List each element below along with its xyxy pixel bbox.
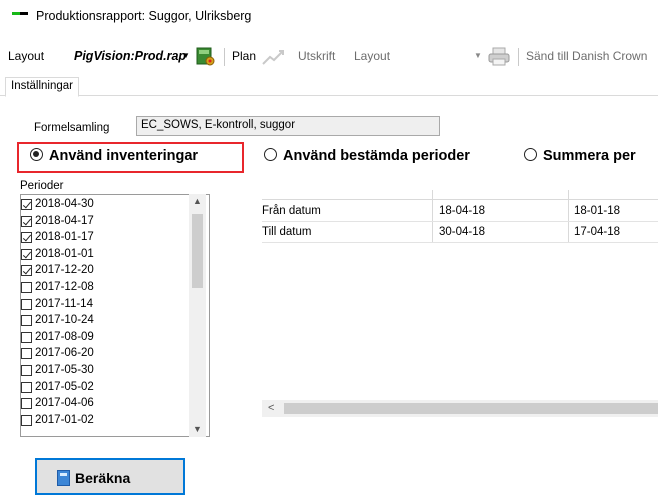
print-layout-select[interactable]: Layout ▼ — [350, 47, 482, 67]
printer-icon[interactable] — [488, 47, 510, 66]
checkbox-icon[interactable] — [21, 331, 32, 343]
period-date: 2017-06-20 — [35, 347, 94, 360]
calculator-icon — [57, 470, 70, 486]
calculate-button-label: Beräkna — [75, 470, 131, 486]
list-item[interactable]: 2017-05-30 — [21, 364, 94, 378]
list-item[interactable]: 2018-04-17 — [21, 214, 94, 229]
grid-header — [262, 190, 658, 200]
grid-cell-label: Till datum — [262, 226, 312, 238]
checkbox-icon[interactable] — [21, 348, 32, 360]
tab-bar: Inställningar — [0, 74, 658, 97]
app-icon — [12, 12, 28, 15]
tab-installningar[interactable]: Inställningar — [5, 77, 80, 97]
list-item[interactable]: 2017-08-09 — [21, 330, 94, 345]
period-date: 2017-05-30 — [35, 364, 94, 376]
checkbox-icon[interactable] — [21, 365, 32, 376]
list-item[interactable]: 2017-12-20 — [21, 264, 94, 278]
radio-inventory-label: Använd inventeringar — [49, 148, 199, 164]
radio-unselected-icon — [264, 148, 277, 161]
print-button[interactable]: Utskrift — [298, 49, 335, 63]
list-item[interactable]: 2018-01-01 — [21, 247, 94, 262]
plan-icon — [262, 50, 284, 65]
plan-button[interactable]: Plan — [232, 49, 256, 63]
checkbox-icon[interactable] — [21, 414, 32, 426]
chevron-down-icon: ▼ — [182, 51, 190, 60]
table-row: Från datum 18-04-18 18-01-18 — [262, 201, 658, 222]
checkbox-icon[interactable] — [21, 398, 32, 410]
period-date: 2018-01-17 — [35, 231, 94, 244]
checkbox-icon[interactable] — [21, 381, 32, 393]
list-item[interactable]: 2017-12-08 — [21, 281, 94, 295]
report-book-icon[interactable] — [196, 46, 216, 66]
checkbox-icon[interactable] — [21, 282, 32, 293]
grid-cell: 30-04-18 — [439, 226, 486, 238]
list-item[interactable]: 2017-01-02 — [21, 413, 94, 428]
checkbox-checked-icon[interactable] — [21, 248, 32, 260]
checkbox-checked-icon[interactable] — [21, 232, 32, 244]
period-date: 2017-05-02 — [35, 380, 94, 393]
layout-select[interactable]: PigVision:Prod.rap ▼ — [74, 47, 192, 67]
period-date: 2017-08-09 — [35, 330, 94, 343]
periods-list[interactable]: 2018-04-30 2018-04-17 2018-01-17 2018-01-01… — [20, 194, 210, 437]
checkbox-icon[interactable] — [21, 315, 32, 327]
list-item[interactable]: 2018-01-17 — [21, 231, 94, 245]
formel-field[interactable]: EC_SOWS, E-kontroll, suggor — [136, 116, 440, 136]
calculate-button[interactable]: Beräkna — [35, 458, 185, 495]
chevron-down-icon: ▼ — [474, 51, 482, 60]
period-date: 2017-11-14 — [35, 297, 93, 310]
layout-label: Layout — [8, 49, 45, 63]
grid-cell: 18-01-18 — [574, 205, 621, 217]
period-date: 2018-01-01 — [35, 247, 94, 260]
radio-inventory[interactable]: Använd inventeringar — [30, 148, 198, 164]
grid-scrollbar-thumb[interactable] — [284, 403, 658, 414]
grid-cell: 17-04-18 — [574, 226, 621, 238]
radio-selected-icon — [30, 148, 43, 161]
checkbox-checked-icon[interactable] — [21, 265, 32, 277]
layout-select-value: PigVision:Prod.rap — [74, 49, 187, 63]
table-row: Till datum 30-04-18 17-04-18 — [262, 222, 658, 243]
period-date: 2018-04-17 — [35, 214, 94, 227]
formel-label: Formelsamling — [34, 122, 110, 134]
radio-sum-per[interactable]: Summera per — [524, 148, 636, 164]
radio-fixed-periods[interactable]: Använd bestämda perioder — [264, 148, 470, 164]
periods-label: Perioder — [20, 180, 64, 192]
window-title: Produktionsrapport: Suggor, Ulriksberg — [36, 9, 252, 23]
period-date: 2017-12-08 — [35, 281, 94, 293]
list-item[interactable]: 2017-06-20 — [21, 347, 94, 361]
toolbar: Layout PigVision:Prod.rap ▼ Plan Utskrif… — [0, 44, 658, 70]
period-date: 2017-04-06 — [35, 397, 94, 410]
grid-cell: 18-04-18 — [439, 205, 486, 217]
period-date: 2017-01-02 — [35, 413, 94, 426]
send-danish-crown-button[interactable]: Sänd till Danish Crown — [526, 49, 647, 63]
checkbox-icon[interactable] — [21, 298, 32, 310]
scroll-up-icon[interactable]: ▲ — [193, 196, 202, 206]
radio-sum-label: Summera per — [543, 148, 636, 164]
period-date: 2018-04-30 — [35, 198, 94, 210]
list-item[interactable]: 2017-04-06 — [21, 397, 94, 411]
window-titlebar: Produktionsrapport: Suggor, Ulriksberg — [0, 0, 658, 38]
grid-cell-label: Från datum — [262, 205, 321, 217]
toolbar-separator — [224, 48, 225, 66]
checkbox-checked-icon[interactable] — [21, 215, 32, 227]
period-date: 2017-10-24 — [35, 314, 94, 327]
period-date: 2017-12-20 — [35, 264, 94, 277]
checkbox-checked-icon[interactable] — [21, 199, 32, 210]
list-item[interactable]: 2017-10-24 — [21, 314, 94, 328]
toolbar-separator — [518, 48, 519, 66]
list-item[interactable]: 2017-11-14 — [21, 297, 93, 312]
print-layout-value: Layout — [354, 49, 391, 63]
list-item[interactable]: 2017-05-02 — [21, 380, 94, 395]
radio-fixed-label: Använd bestämda perioder — [283, 148, 470, 164]
scroll-down-icon[interactable]: ▼ — [193, 424, 202, 434]
radio-unselected-icon — [524, 148, 537, 161]
periods-scrollbar-thumb[interactable] — [192, 214, 203, 288]
list-item[interactable]: 2018-04-30 — [21, 198, 94, 212]
scroll-left-icon[interactable]: < — [268, 402, 274, 414]
